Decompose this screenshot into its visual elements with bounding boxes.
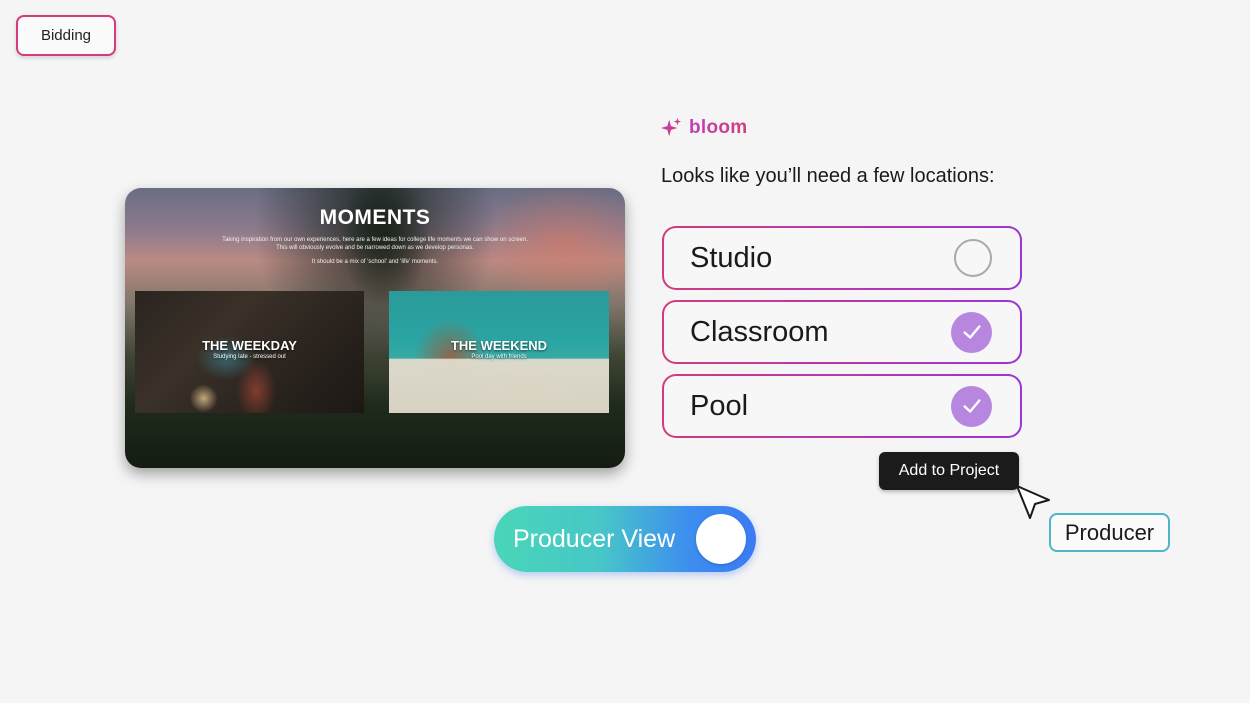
bloom-message: Looks like you’ll need a few locations: — [661, 165, 995, 187]
weekend-tile-subtitle: Pool day with friends — [471, 354, 527, 360]
bloom-logo-text: bloom — [689, 117, 748, 138]
checkmark-icon[interactable] — [951, 385, 992, 427]
toggle-knob[interactable] — [696, 514, 746, 564]
location-option-studio[interactable]: Studio — [662, 226, 1022, 290]
slide-note: It should be a mix of 'school' and 'life… — [311, 259, 439, 265]
weekend-tile-heading: THE WEEKEND — [450, 338, 548, 353]
location-label: Classroom — [690, 315, 829, 348]
bidding-tag-label: Bidding — [40, 27, 92, 44]
producer-tag: Producer — [1049, 513, 1170, 552]
sparkle-icon — [660, 117, 682, 137]
cursor-arrow-icon — [1016, 485, 1050, 519]
weekday-tile-subtitle: Studying late - stressed out — [213, 354, 286, 360]
slide-title: MOMENTS — [319, 206, 431, 229]
bidding-tag: Bidding — [16, 15, 116, 56]
producer-view-toggle[interactable]: Producer View — [494, 506, 756, 572]
location-option-classroom[interactable]: Classroom — [662, 300, 1022, 364]
weekend-tile: THE WEEKEND Pool day with friends — [389, 291, 609, 413]
location-label: Pool — [690, 389, 749, 422]
producer-tag-label: Producer — [1064, 519, 1155, 545]
weekday-tile: THE WEEKDAY Studying late - stressed out — [135, 291, 364, 413]
bloom-header: bloom — [660, 117, 748, 139]
location-label: Studio — [690, 241, 773, 274]
slide-description: Taking inspiration from our own experien… — [222, 237, 528, 251]
add-to-project-label: Add to Project — [898, 462, 1000, 479]
checkmark-icon[interactable] — [951, 311, 992, 353]
add-to-project-button[interactable]: Add to Project — [879, 452, 1019, 490]
weekday-tile-heading: THE WEEKDAY — [202, 338, 297, 353]
producer-view-label: Producer View — [513, 525, 676, 553]
unchecked-circle-icon[interactable] — [954, 239, 992, 277]
location-option-pool[interactable]: Pool — [662, 374, 1022, 438]
moments-slide-card[interactable]: MOMENTS Taking inspiration from our own … — [125, 188, 625, 468]
